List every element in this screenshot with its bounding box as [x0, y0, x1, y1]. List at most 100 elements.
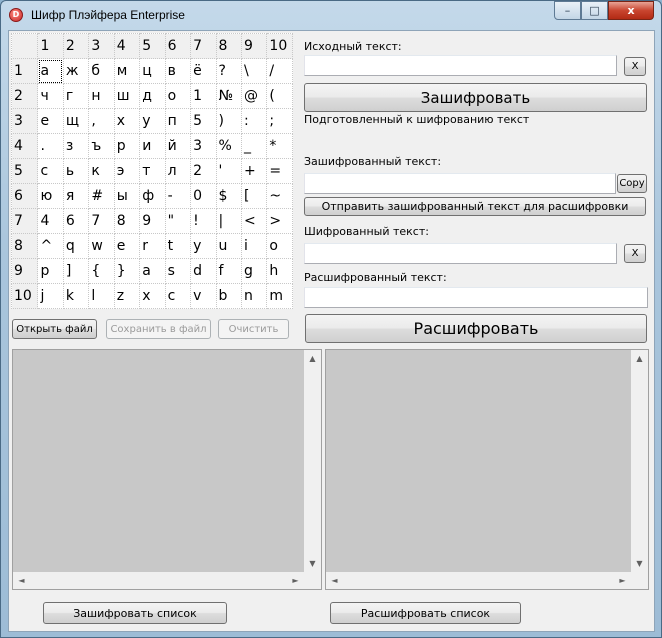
grid-cell[interactable]: z — [113, 283, 141, 309]
vertical-scrollbar[interactable]: ▲ ▼ — [631, 350, 648, 572]
grid-cell[interactable]: р — [113, 133, 141, 159]
grid-cell[interactable]: c — [164, 283, 192, 309]
grid-cell[interactable]: v — [190, 283, 217, 309]
scroll-down-icon[interactable]: ▼ — [304, 555, 321, 572]
grid-column-header[interactable]: 1 — [37, 33, 64, 59]
grid-cell[interactable]: g — [240, 258, 268, 284]
decrypt-list-button[interactable]: Расшифровать список — [330, 602, 521, 624]
grid-cell[interactable]: ъ — [88, 133, 115, 159]
grid-cell[interactable]: [ — [240, 183, 268, 209]
grid-cell[interactable]: э — [113, 158, 141, 184]
grid-column-header[interactable]: 10 — [266, 33, 293, 59]
grid-cell[interactable]: ; — [266, 108, 293, 134]
grid-cell[interactable]: % — [215, 133, 242, 159]
grid-cell[interactable]: + — [240, 158, 268, 184]
grid-row-header[interactable]: 4 — [10, 133, 39, 159]
encrypted-text-input[interactable] — [304, 173, 616, 194]
grid-column-header[interactable]: 8 — [215, 33, 242, 59]
grid-cell[interactable]: j — [37, 283, 64, 309]
grid-cell[interactable]: н — [88, 83, 115, 109]
grid-cell[interactable]: = — [266, 158, 293, 184]
scroll-up-icon[interactable]: ▲ — [631, 350, 648, 367]
grid-cell[interactable]: щ — [62, 108, 90, 134]
grid-cell[interactable]: ё — [190, 58, 217, 84]
grid-row-header[interactable]: 1 — [10, 58, 39, 84]
grid-cell[interactable]: 3 — [190, 133, 217, 159]
grid-cell[interactable]: o — [266, 233, 293, 259]
grid-cell[interactable]: } — [113, 258, 141, 284]
grid-cell[interactable]: ф — [139, 183, 166, 209]
grid-cell[interactable]: d — [190, 258, 217, 284]
grid-cell[interactable]: х — [113, 108, 141, 134]
grid-row-header[interactable]: 2 — [10, 83, 39, 109]
horizontal-scrollbar[interactable]: ◄ ► — [13, 572, 304, 589]
grid-cell[interactable]: г — [62, 83, 90, 109]
grid-cell[interactable]: { — [88, 258, 115, 284]
grid-cell[interactable]: б — [88, 58, 115, 84]
horizontal-scrollbar[interactable]: ◄ ► — [326, 572, 631, 589]
grid-cell[interactable]: 5 — [190, 108, 217, 134]
grid-column-header[interactable]: 5 — [139, 33, 166, 59]
scroll-right-icon[interactable]: ► — [287, 572, 304, 589]
grid-cell[interactable]: > — [266, 208, 293, 234]
grid-cell[interactable]: , — [88, 108, 115, 134]
grid-cell[interactable]: я — [62, 183, 90, 209]
grid-cell[interactable]: r — [139, 233, 166, 259]
grid-cell[interactable]: а — [37, 58, 64, 84]
grid-cell[interactable]: о — [164, 83, 192, 109]
grid-cell[interactable]: и — [139, 133, 166, 159]
clear-button[interactable]: Очистить — [218, 319, 289, 339]
grid-cell[interactable]: ~ — [266, 183, 293, 209]
grid-column-header[interactable]: 2 — [62, 33, 90, 59]
grid-cell[interactable]: : — [240, 108, 268, 134]
grid-column-header[interactable]: 6 — [164, 33, 192, 59]
grid-cell[interactable]: ш — [113, 83, 141, 109]
grid-cell[interactable]: ! — [190, 208, 217, 234]
grid-cell[interactable]: / — [266, 58, 293, 84]
grid-cell[interactable]: x — [139, 283, 166, 309]
grid-cell[interactable]: й — [164, 133, 192, 159]
grid-cell[interactable]: w — [88, 233, 115, 259]
grid-cell[interactable]: 9 — [139, 208, 166, 234]
grid-cell[interactable]: 2 — [190, 158, 217, 184]
grid-cell[interactable]: $ — [215, 183, 242, 209]
grid-cell[interactable]: 1 — [190, 83, 217, 109]
decrypted-text-input[interactable] — [304, 287, 648, 308]
grid-cell[interactable]: ь — [62, 158, 90, 184]
grid-cell[interactable]: i — [240, 233, 268, 259]
grid-cell[interactable]: л — [164, 158, 192, 184]
scroll-left-icon[interactable]: ◄ — [13, 572, 30, 589]
grid-column-header[interactable]: 3 — [88, 33, 115, 59]
grid-row-header[interactable]: 8 — [10, 233, 39, 259]
grid-cell[interactable]: y — [190, 233, 217, 259]
grid-cell[interactable]: 7 — [88, 208, 115, 234]
app-icon[interactable]: D — [9, 8, 23, 22]
grid-cell[interactable]: ж — [62, 58, 90, 84]
grid-cell[interactable]: f — [215, 258, 242, 284]
encrypt-button[interactable]: Зашифровать — [304, 83, 647, 112]
source-text-input[interactable] — [304, 55, 617, 76]
grid-cell[interactable]: @ — [240, 83, 268, 109]
grid-cell[interactable]: ю — [37, 183, 64, 209]
grid-row-header[interactable]: 9 — [10, 258, 39, 284]
grid-cell[interactable]: ] — [62, 258, 90, 284]
save-file-button[interactable]: Сохранить в файл — [106, 319, 211, 339]
grid-cell[interactable]: | — [215, 208, 242, 234]
grid-column-header[interactable]: 4 — [113, 33, 141, 59]
cipher-list-panel[interactable]: ▲ ▼ ◄ ► — [325, 349, 649, 590]
copy-button[interactable]: Copy — [617, 174, 647, 193]
grid-cell[interactable]: ^ — [37, 233, 64, 259]
maximize-button[interactable]: □ — [581, 1, 608, 20]
grid-cell[interactable]: з — [62, 133, 90, 159]
grid-cell[interactable]: т — [139, 158, 166, 184]
grid-cell[interactable]: p — [37, 258, 64, 284]
grid-cell[interactable]: № — [215, 83, 242, 109]
grid-row-header[interactable]: 3 — [10, 108, 39, 134]
grid-cell[interactable]: u — [215, 233, 242, 259]
grid-cell[interactable]: s — [164, 258, 192, 284]
grid-cell[interactable]: " — [164, 208, 192, 234]
scroll-left-icon[interactable]: ◄ — [326, 572, 343, 589]
grid-cell[interactable]: к — [88, 158, 115, 184]
send-for-decryption-button[interactable]: Отправить зашифрованный текст для расшиф… — [304, 197, 646, 216]
grid-cell[interactable]: b — [215, 283, 242, 309]
